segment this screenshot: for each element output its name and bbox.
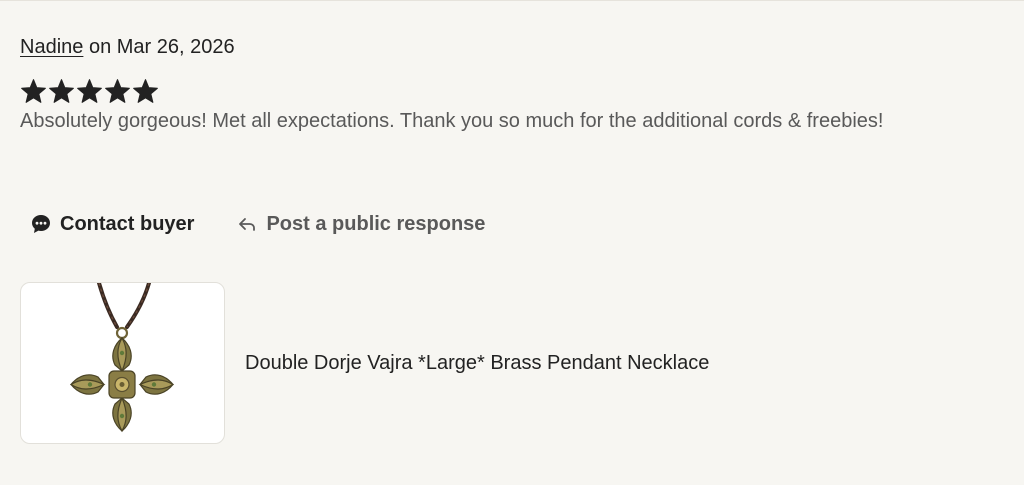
star-icon [48,78,75,105]
contact-buyer-label: Contact buyer [60,212,195,235]
review-byline: Nadine on Mar 26, 2026 [20,34,1010,60]
reviewed-product: Double Dorje Vajra *Large* Brass Pendant… [20,282,709,444]
top-divider [0,0,1024,1]
star-icon [132,78,159,105]
product-title-link[interactable]: Double Dorje Vajra *Large* Brass Pendant… [245,350,709,376]
post-public-response-button[interactable]: Post a public response [236,213,485,236]
review-text: Absolutely gorgeous! Met all expectation… [20,110,884,132]
reply-arrow-icon [236,213,258,235]
star-rating [20,76,1010,106]
star-icon [76,78,103,105]
product-thumbnail[interactable] [20,282,225,444]
contact-buyer-button[interactable]: Contact buyer [30,213,194,236]
chat-bubble-icon [30,213,52,235]
review-block: Nadine on Mar 26, 2026 Absolutely gorgeo… [20,34,1010,134]
star-icon [20,78,47,105]
pendant-necklace-image [69,283,175,433]
review-actions: Contact buyer Post a public response [30,209,485,239]
review-date: Mar 26, 2026 [116,36,235,58]
reviewer-name-link[interactable]: Nadine [20,36,83,58]
star-icon [104,78,131,105]
date-prefix: on [88,36,112,58]
post-public-response-label: Post a public response [266,212,486,235]
